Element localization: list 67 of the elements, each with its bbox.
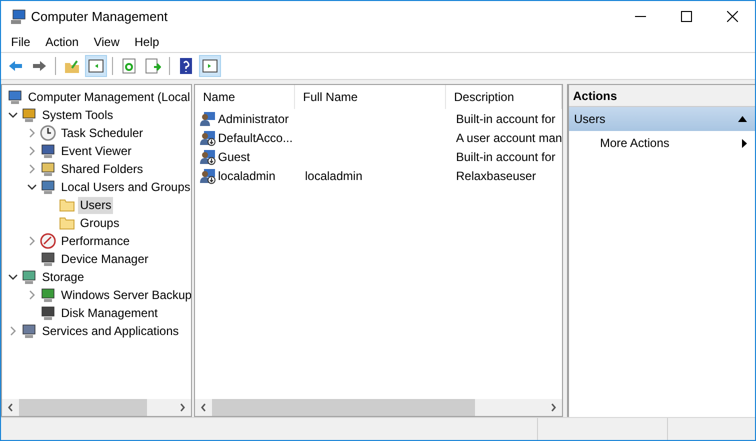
- column-header[interactable]: Name: [195, 85, 295, 109]
- chevron-right-icon[interactable]: [27, 290, 37, 300]
- menu-item[interactable]: View: [88, 33, 124, 51]
- table-cell-text: Built-in account for: [456, 148, 556, 166]
- table-cell[interactable]: Guest: [218, 148, 250, 166]
- tree-item[interactable]: Event Viewer: [59, 142, 134, 160]
- disabled-user-icon: [200, 130, 216, 146]
- menu-item[interactable]: File: [6, 33, 36, 51]
- column-header[interactable]: Description: [446, 85, 562, 109]
- tree-item[interactable]: Performance: [59, 232, 132, 250]
- chevron-down-icon[interactable]: [8, 272, 18, 282]
- chevron-down-icon[interactable]: [27, 182, 37, 192]
- scrollbar-thumb[interactable]: [19, 399, 147, 416]
- chevron-down-icon[interactable]: [8, 110, 18, 120]
- show-action-pane-button[interactable]: [199, 55, 221, 77]
- action-link[interactable]: More Actions: [600, 134, 742, 152]
- collapse-icon: [738, 116, 747, 122]
- export-list-icon: [145, 58, 161, 74]
- scrollbar-thumb[interactable]: [212, 399, 475, 416]
- window-title: Computer Management: [31, 8, 168, 26]
- action-pane-icon: [202, 58, 218, 74]
- tree-item[interactable]: Task Scheduler: [59, 124, 146, 142]
- tree-item[interactable]: Groups: [78, 214, 122, 232]
- table-cell-text: Relaxbaseuser: [456, 168, 536, 184]
- table-cell-text: Built-in account for: [456, 110, 556, 128]
- tree-item[interactable]: System Tools: [40, 106, 116, 124]
- chevron-right-icon[interactable]: [8, 326, 18, 336]
- tree-item[interactable]: Local Users and Groups: [59, 178, 191, 196]
- close-icon: [726, 11, 738, 22]
- app-icon: [10, 8, 26, 24]
- actions-header: Actions: [569, 85, 755, 107]
- tree-pane-icon: [88, 58, 104, 74]
- table-cell-text: localadmin: [305, 168, 362, 184]
- menu-item[interactable]: Action: [40, 33, 84, 51]
- column-header[interactable]: Full Name: [295, 85, 446, 109]
- tree-item[interactable]: Users: [78, 196, 114, 214]
- tree-item[interactable]: Shared Folders: [59, 160, 146, 178]
- menu-item[interactable]: Help: [130, 33, 164, 51]
- clock-icon: [40, 125, 56, 141]
- table-cell[interactable]: Administrator: [218, 110, 289, 128]
- user-icon: [200, 110, 216, 126]
- actions-section-header[interactable]: Users: [569, 107, 755, 131]
- folder-icon: [59, 216, 75, 230]
- table-cell[interactable]: localadmin: [218, 166, 276, 184]
- disabled-user-icon: [200, 148, 216, 164]
- folder-up-icon: [64, 58, 80, 74]
- folder-icon: [59, 198, 75, 212]
- disabled-user-icon: [200, 168, 216, 184]
- tree-item[interactable]: Windows Server Backup: [59, 286, 191, 304]
- horizontal-scrollbar[interactable]: [195, 399, 562, 416]
- help-icon: [178, 58, 194, 74]
- horizontal-scrollbar[interactable]: [2, 399, 191, 416]
- tree-item[interactable]: Storage: [40, 268, 86, 286]
- table-cell[interactable]: DefaultAcco...: [218, 128, 293, 146]
- show-tree-button[interactable]: [85, 55, 107, 77]
- computer-icon: [7, 89, 23, 105]
- submenu-arrow-icon: [742, 138, 747, 148]
- tree-item[interactable]: Computer Management (Local: [26, 88, 191, 106]
- chevron-right-icon[interactable]: [27, 236, 37, 246]
- tree-item[interactable]: Services and Applications: [40, 322, 181, 340]
- table-cell-text: A user account man: [456, 130, 562, 146]
- tree-item[interactable]: Device Manager: [59, 250, 150, 268]
- tree-item[interactable]: Disk Management: [59, 304, 160, 322]
- back-arrow-icon: [7, 58, 23, 74]
- forward-arrow-icon: [31, 58, 47, 74]
- maximize-icon: [680, 11, 692, 22]
- refresh-icon: [121, 58, 137, 74]
